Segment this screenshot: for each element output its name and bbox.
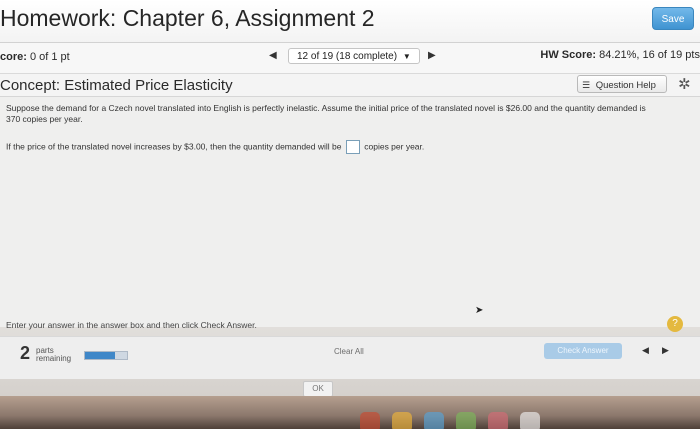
hw-score-value: 84.21%, 16 of 19 pts bbox=[599, 49, 700, 61]
concept-title: Concept: Estimated Price Elasticity bbox=[0, 77, 233, 94]
problem-statement: Suppose the demand for a Czech novel tra… bbox=[6, 103, 646, 124]
header-bar: Homework: Chapter 6, Assignment 2 Save bbox=[0, 0, 700, 43]
bottom-bar: 2 parts remaining Clear All Check Answer… bbox=[0, 336, 700, 379]
next-question-icon[interactable]: ▶ bbox=[428, 50, 436, 61]
question-prefix: If the price of the translated novel inc… bbox=[6, 141, 342, 152]
parts-progress-bar bbox=[84, 351, 128, 360]
parts-remaining-label: parts remaining bbox=[36, 347, 71, 363]
question-help-label: Question Help bbox=[595, 80, 656, 91]
desktop-dock bbox=[0, 396, 700, 429]
score-label: core: bbox=[0, 51, 27, 63]
ok-button[interactable]: OK bbox=[303, 381, 333, 397]
gear-icon[interactable]: ✲ bbox=[678, 75, 691, 93]
screen: Homework: Chapter 6, Assignment 2 Save c… bbox=[0, 0, 700, 429]
hw-score-label: HW Score: bbox=[540, 49, 597, 61]
concept-bar: Concept: Estimated Price Elasticity ☰ Qu… bbox=[0, 74, 700, 97]
question-progress-text: 12 of 19 (18 complete) bbox=[297, 51, 398, 62]
answer-instruction: Enter your answer in the answer box and … bbox=[6, 320, 257, 330]
mouse-cursor-icon: ➤ bbox=[475, 305, 484, 316]
question-help-button[interactable]: ☰ Question Help bbox=[577, 75, 667, 93]
question-progress-dropdown[interactable]: 12 of 19 (18 complete) ▼ bbox=[288, 48, 420, 64]
save-button[interactable]: Save bbox=[652, 7, 694, 30]
dock-app-icon[interactable] bbox=[520, 412, 540, 429]
question-suffix: copies per year. bbox=[364, 141, 425, 152]
parts-remaining-count: 2 bbox=[20, 343, 31, 363]
page-title: Homework: Chapter 6, Assignment 2 bbox=[0, 5, 375, 31]
previous-question-icon[interactable]: ◀ bbox=[269, 50, 277, 61]
dock-app-icon[interactable] bbox=[392, 412, 412, 429]
chevron-down-icon: ▼ bbox=[402, 52, 411, 61]
answer-input[interactable] bbox=[345, 140, 360, 154]
check-answer-button[interactable]: Check Answer bbox=[544, 343, 622, 359]
clear-all-button[interactable]: Clear All bbox=[334, 347, 364, 356]
dock-app-icon[interactable] bbox=[488, 412, 508, 429]
question-score: core: 0 of 1 pt bbox=[0, 51, 70, 63]
next-arrow-icon[interactable]: ▶ bbox=[662, 345, 669, 356]
help-icon[interactable]: ? bbox=[667, 316, 683, 332]
parts-progress-fill bbox=[85, 352, 116, 359]
question-line: If the price of the translated novel inc… bbox=[6, 140, 606, 154]
parts-label-2: remaining bbox=[36, 354, 72, 363]
question-content: Suppose the demand for a Czech novel tra… bbox=[0, 97, 700, 332]
dock-app-icon[interactable] bbox=[456, 412, 476, 429]
list-icon: ☰ bbox=[582, 80, 591, 90]
question-navigator: ◀ 12 of 19 (18 complete) ▼ ▶ bbox=[268, 48, 444, 66]
previous-arrow-icon[interactable]: ◀ bbox=[642, 345, 649, 356]
hw-score: HW Score: 84.21%, 16 of 19 pts bbox=[540, 49, 700, 61]
score-bar: core: 0 of 1 pt ◀ 12 of 19 (18 complete)… bbox=[0, 43, 700, 74]
dock-app-icon[interactable] bbox=[360, 412, 380, 429]
dock-app-icon[interactable] bbox=[424, 412, 444, 429]
score-value: 0 of 1 pt bbox=[29, 51, 70, 63]
